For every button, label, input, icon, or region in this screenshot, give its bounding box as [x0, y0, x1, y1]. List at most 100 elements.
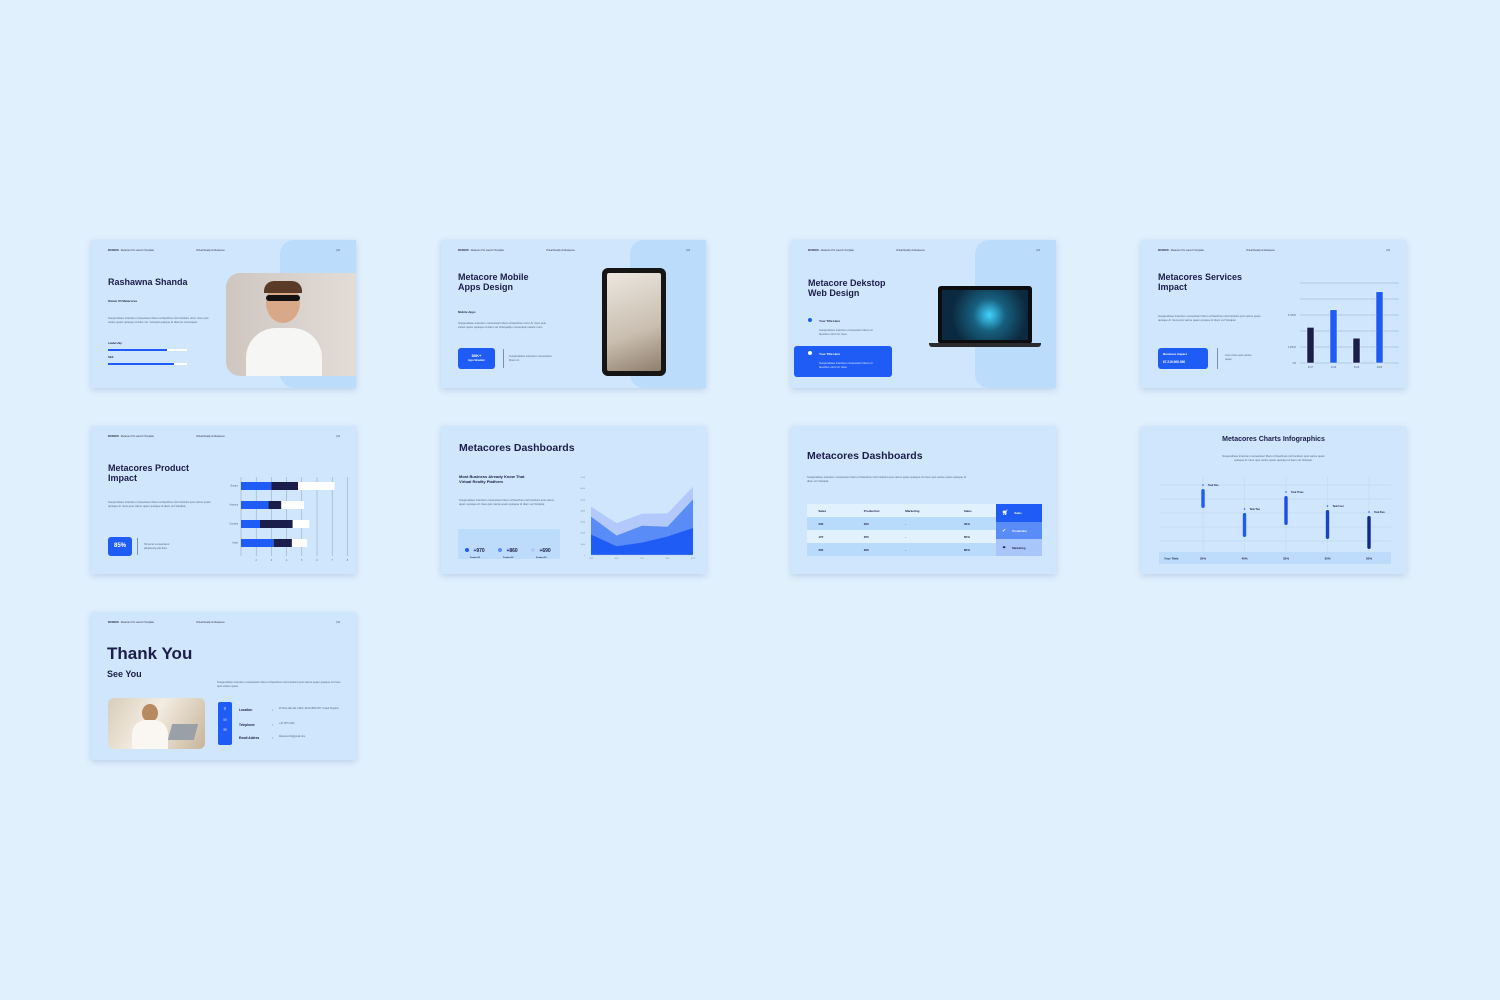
header-topic: Virtual Reality & Metaverse — [1246, 249, 1275, 252]
y-tick-label: 5000 — [581, 499, 586, 501]
table-row: 170 250 - 65% — [807, 530, 996, 543]
x-tick-label: 2017 — [1308, 366, 1314, 369]
x-tick-label: 7 — [332, 560, 334, 562]
bullet-icon — [808, 318, 812, 322]
legend-sales[interactable]: 🛒︎ Sales — [996, 504, 1042, 522]
slide-charts-infographics[interactable]: Metacores Charts Infographics Suspendiss… — [1141, 426, 1406, 574]
dot-icon — [498, 548, 502, 552]
table-cell: 65% — [963, 534, 970, 539]
item-highlight[interactable]: Your Title Here Suspendisse interdum con… — [794, 346, 892, 377]
row-label: Your Tittle — [1164, 557, 1179, 561]
skill-bar — [108, 349, 187, 351]
contact-label: Email Addres — [239, 736, 260, 740]
table-cell: - — [905, 521, 907, 526]
task-bar — [1284, 496, 1288, 525]
product-stacked-bar-chart: 2 3 4 5 6 7 8 Europe America Oceania Asian — [229, 477, 349, 562]
slide-profile[interactable]: MODERN · Metacore Pro Launch Template Vi… — [91, 240, 356, 388]
item-text: Suspendisse interdum consectetur libero … — [819, 361, 873, 370]
x-tick-label: 6 — [316, 560, 318, 562]
table-cell: Production — [863, 508, 880, 513]
table-cell: 170 — [818, 534, 824, 539]
x-tick-label: 9/02 — [691, 558, 696, 560]
slide-text: Suspendisse interdum consectetur libero … — [459, 498, 554, 507]
contact-value[interactable]: Metacoreinfo@gmail.com — [279, 736, 344, 739]
y-tick-label: Asian — [232, 542, 238, 545]
table-cell: Sales — [818, 508, 827, 513]
header-brand: MODERN · Metacore Pro Launch Template — [808, 249, 854, 252]
header-brand: MODERN · Metacore Pro Launch Template — [1158, 249, 1204, 252]
slide-thank-you[interactable]: MODERN · Metacore Pro Launch Template Vi… — [91, 612, 356, 760]
task-value: 40% — [1241, 557, 1247, 561]
x-tick-label: 8 — [347, 560, 349, 562]
header-topic: Virtual Reality & Metaverse — [196, 621, 225, 624]
slide-desktop-web[interactable]: MODERN · Metacore Pro Launch Template Vi… — [791, 240, 1056, 388]
bar-segment — [292, 520, 310, 528]
slide-mobile-apps[interactable]: MODERN · Metacore Pro Launch Template Vi… — [441, 240, 706, 388]
slide-dashboards-table[interactable]: Metacores Dashboards Suspendisse interdu… — [791, 426, 1056, 574]
stat-note: Suspendisse interdum consectetur libero … — [509, 354, 552, 363]
box-note: Arcu risus quis varius quam — [1225, 353, 1252, 362]
header-brand: MODERN · Metacore Pro Launch Template — [108, 249, 154, 252]
task-label: Task Two — [1250, 508, 1261, 511]
percent-badge: 85% — [108, 537, 132, 556]
task-infographic-chart: Your Tittle Task One 20% Task Two 40% Task Th… — [1159, 476, 1391, 564]
cart-icon: 🛒︎ — [1002, 510, 1009, 516]
x-tick-label: 2018 — [1331, 366, 1337, 369]
slide-title: Metacores Services Impact — [1158, 272, 1243, 292]
stat-button[interactable]: 80K+ Apps Simulator — [458, 348, 495, 369]
table-cell: 250 — [863, 534, 869, 539]
bar-segment — [291, 539, 308, 547]
table-cell: 300 — [818, 547, 824, 552]
slide-title: Metacores Product Impact — [108, 463, 190, 483]
y-tick-label: 3000 — [581, 522, 586, 524]
x-tick-label: 1/02 — [589, 558, 594, 560]
slide-services-impact[interactable]: MODERN · Metacore Pro Launch Template Vi… — [1141, 240, 1406, 388]
contact-icon-bar: ⚲ ☏ ✉ — [218, 702, 232, 745]
dot-icon — [465, 548, 469, 552]
contact-value[interactable]: +44 7975 4200 — [279, 723, 344, 726]
y-tick-label: America — [230, 504, 239, 507]
contact-photo — [108, 698, 205, 749]
legend-marketing[interactable]: ⚭ Marketing — [996, 539, 1042, 556]
slide-product-impact[interactable]: MODERN · Metacore Pro Launch Template Vi… — [91, 426, 356, 574]
bar-segment — [298, 482, 335, 490]
task-bar — [1201, 489, 1205, 508]
bar-segment — [241, 520, 260, 528]
laptop-base — [929, 343, 1041, 347]
table-cell: Sales — [963, 508, 972, 513]
slide-title: Metacores Dashboards — [459, 442, 575, 454]
task-label: Task Three — [1291, 491, 1304, 494]
slide-dashboards-area[interactable]: Metacores Dashboards Most Business Alrea… — [441, 426, 706, 574]
header-brand: MODERN · Metacore Pro Launch Template — [458, 249, 504, 252]
bar — [1375, 291, 1384, 364]
x-tick-label: 4/02 — [615, 558, 620, 560]
divider — [137, 538, 138, 555]
handshake-icon: ⚭ — [1002, 544, 1007, 551]
contact-value[interactable]: 25 Alma Vale Rd, Clifton, Bristol BS8 2H… — [279, 708, 344, 711]
header-topic: Virtual Reality & Metaverse — [196, 435, 225, 438]
tablet-image — [602, 268, 666, 376]
table-cell: - — [905, 547, 907, 552]
task-value: 50% — [1366, 557, 1372, 561]
task-value: 35% — [1283, 557, 1289, 561]
table-row: 300 290 - 80% — [807, 543, 996, 556]
skill-label: Skill — [108, 356, 114, 359]
page-number: | 01 — [336, 435, 340, 438]
table-header: Sales Production Marketing Sales — [807, 504, 996, 517]
mail-icon: ✉ — [223, 727, 227, 732]
legend-production[interactable]: ✓ Production — [996, 522, 1042, 539]
table-legend: 🛒︎ Sales ✓ Production ⚭ Marketing — [996, 504, 1042, 556]
slide-text: Suspendisse interdum consectetur libero … — [1222, 454, 1325, 463]
y-tick-label: 1000 — [581, 544, 586, 546]
task-label: Task Five — [1374, 511, 1385, 514]
slide-subtitle: Mobile Apps — [458, 310, 476, 314]
bar-segment — [241, 539, 274, 547]
phone-icon: ☏ — [222, 717, 228, 722]
header-brand: MODERN · Metacore Pro Launch Template — [108, 621, 154, 624]
stat-item: +690 Product 03 — [531, 539, 551, 559]
slide-text: Suspendisse interdum consectetur libero … — [807, 475, 966, 484]
business-impact-box[interactable]: Business Impact $7.210.000.000 — [1158, 348, 1208, 369]
x-tick-label: 8/02 — [666, 558, 671, 560]
task-dot — [1285, 491, 1287, 493]
y-tick-label: 6,750% — [1288, 314, 1297, 317]
